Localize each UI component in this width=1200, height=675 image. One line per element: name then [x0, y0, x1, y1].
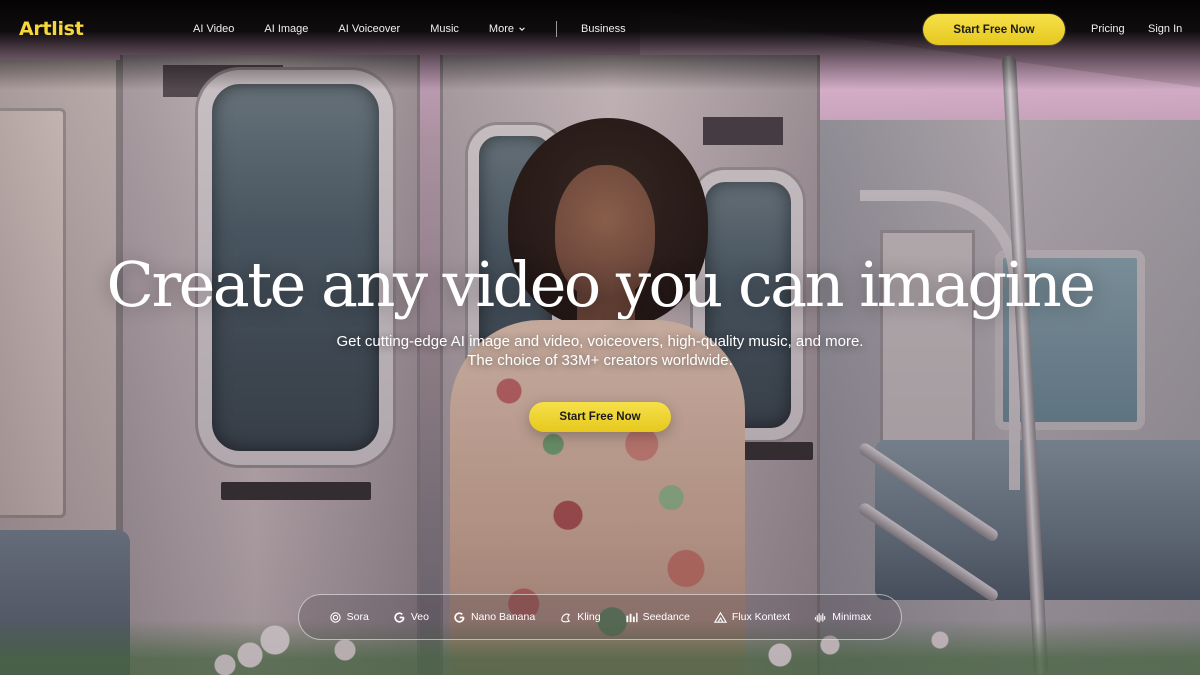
minimax-icon: [815, 612, 826, 623]
model-sora[interactable]: Sora: [329, 611, 369, 624]
model-label: Veo: [410, 611, 429, 623]
nav-music[interactable]: Music: [430, 23, 459, 35]
nav-ai-video[interactable]: AI Video: [193, 23, 234, 35]
model-label: Minimax: [832, 611, 872, 623]
top-navbar: Artlist AI Video AI Image AI Voiceover M…: [0, 0, 1200, 58]
model-nano-banana[interactable]: Nano Banana: [453, 611, 535, 624]
model-label: Nano Banana: [470, 611, 536, 623]
model-label: Kling: [577, 611, 601, 623]
model-kling[interactable]: Kling: [559, 611, 601, 624]
google-icon: [454, 611, 465, 623]
nav-sign-in[interactable]: Sign In: [1148, 0, 1182, 58]
model-veo[interactable]: Veo: [393, 611, 429, 624]
hero-start-free-now-button[interactable]: Start Free Now: [529, 402, 671, 432]
nav-more-label: More: [488, 23, 514, 35]
artlist-logo[interactable]: Artlist: [19, 18, 84, 40]
nav-more[interactable]: More: [489, 23, 526, 35]
seedance-icon: [625, 612, 638, 622]
nav-ai-voiceover[interactable]: AI Voiceover: [338, 23, 400, 35]
model-label: Seedance: [642, 611, 690, 623]
ai-models-bar: Sora Veo Nano Banana Kling Seedance Flux…: [298, 594, 902, 640]
model-label: Sora: [346, 611, 369, 623]
hero-headline: Create any video you can imagine: [106, 248, 1097, 321]
nav-divider: [555, 21, 557, 37]
nav-pricing[interactable]: Pricing: [1091, 0, 1125, 58]
flux-icon: [713, 611, 727, 623]
model-flux-kontext[interactable]: Flux Kontext: [713, 611, 791, 624]
nav-business[interactable]: Business: [581, 23, 626, 35]
main-nav: AI Video AI Image AI Voiceover Music Mor…: [193, 0, 656, 58]
model-minimax[interactable]: Minimax: [814, 611, 871, 624]
sora-icon: [329, 611, 341, 623]
hero-subline-creators: The choice of 33M+ creators worldwide.: [467, 352, 733, 369]
model-seedance[interactable]: Seedance: [625, 611, 690, 624]
google-icon: [394, 611, 405, 623]
start-free-now-button[interactable]: Start Free Now: [923, 14, 1065, 45]
chevron-down-icon: [519, 27, 525, 31]
hero-subline: Get cutting-edge AI image and video, voi…: [336, 333, 864, 350]
nav-ai-image[interactable]: AI Image: [264, 23, 308, 35]
kling-icon: [561, 613, 571, 622]
model-label: Flux Kontext: [731, 611, 791, 623]
